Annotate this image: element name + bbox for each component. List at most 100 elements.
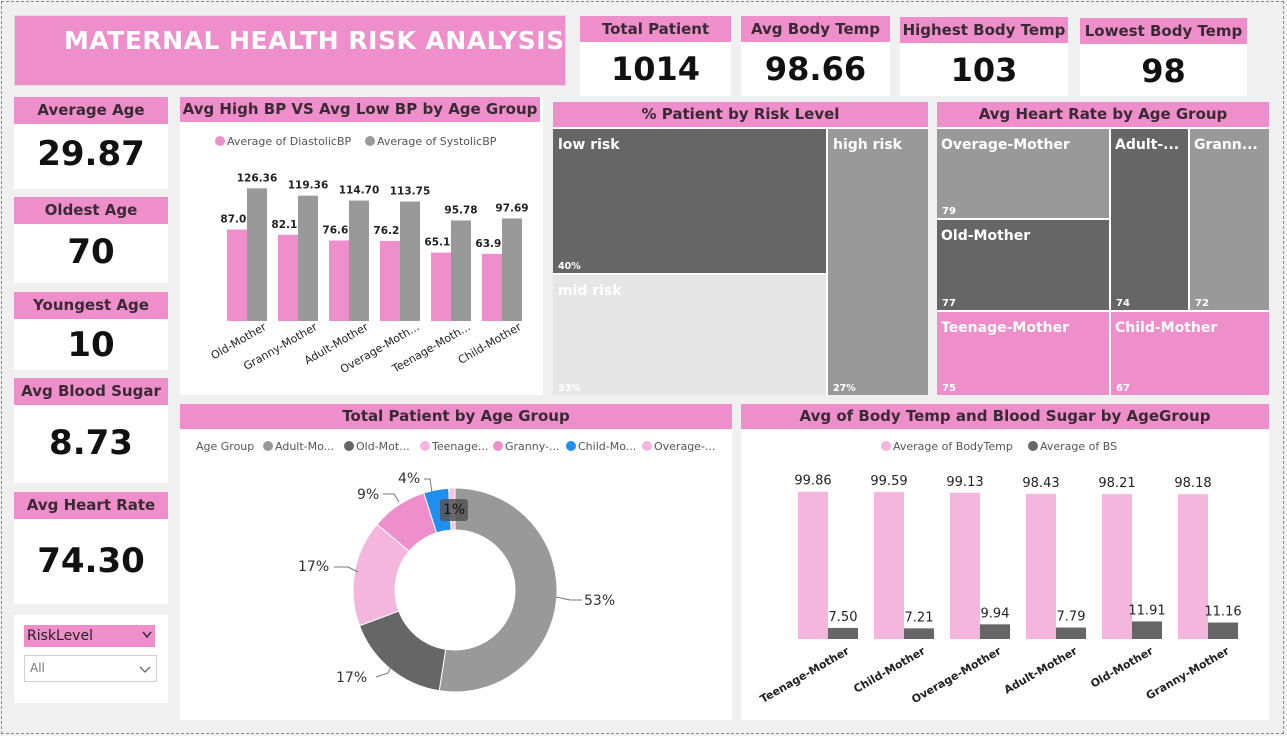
kpi-card-average-age[interactable]: Average Age 29.87 bbox=[14, 97, 168, 189]
kpi-label: Total Patient bbox=[580, 16, 731, 42]
category-label: Adult-Mother bbox=[1002, 644, 1080, 697]
risk-treemap: low risk 40% mid risk 33% high risk 27% bbox=[553, 129, 928, 395]
donut-chart-panel: Total Patient by Age Group Age Group Adul… bbox=[180, 404, 732, 720]
kpi-value: 98 bbox=[1141, 52, 1186, 90]
category-label: Granny-Mother bbox=[1144, 644, 1232, 702]
bar bbox=[451, 220, 471, 321]
bar bbox=[874, 492, 904, 639]
tile-value: 40% bbox=[558, 261, 581, 272]
bar bbox=[431, 252, 451, 321]
tile-value: 74 bbox=[1116, 298, 1130, 309]
tile-value: 79 bbox=[942, 206, 956, 217]
heart-rate-treemap-panel: Avg Heart Rate by Age Group Overage-Moth… bbox=[937, 102, 1269, 395]
legend-label: Adult-Mo... bbox=[275, 440, 334, 453]
data-label: 7.50 bbox=[829, 610, 858, 625]
kpi-card-lowest-body-temp[interactable]: Lowest Body Temp 98 bbox=[1080, 18, 1247, 96]
bar bbox=[798, 491, 828, 639]
tile-label: Child-Mother bbox=[1115, 320, 1217, 336]
legend-marker bbox=[263, 441, 273, 451]
leader-line bbox=[383, 493, 400, 503]
data-label: 113.75 bbox=[390, 186, 431, 198]
legend-marker bbox=[344, 441, 354, 451]
slice-label: 4% bbox=[398, 471, 420, 487]
donut-chart: Age Group Adult-Mo... Old-Mot... Teenage...… bbox=[196, 440, 715, 693]
kpi-value: 1014 bbox=[610, 50, 701, 88]
tile-label: Teenage-Mother bbox=[941, 320, 1069, 336]
legend-label: Child-Mo... bbox=[578, 440, 636, 453]
kpi-value: 103 bbox=[950, 51, 1018, 89]
kpi-card-avg-heart-rate[interactable]: Avg Heart Rate 74.30 bbox=[14, 492, 168, 604]
data-label: 95.78 bbox=[444, 204, 477, 216]
tile-label: Overage-Mother bbox=[941, 137, 1070, 153]
slice-label: 1% bbox=[443, 502, 465, 518]
slicer-title: RiskLevel bbox=[27, 628, 93, 644]
risk-level-slicer: RiskLevel All bbox=[14, 615, 168, 703]
bar bbox=[227, 229, 247, 321]
legend-marker bbox=[881, 441, 891, 451]
bar bbox=[950, 492, 980, 639]
bar bbox=[329, 240, 349, 321]
temp-bs-chart: Average of BodyTemp Average of BS 99.86 7.5… bbox=[758, 440, 1242, 706]
legend-marker bbox=[642, 441, 652, 451]
chevron-down-icon bbox=[142, 631, 152, 639]
leader-line bbox=[555, 596, 582, 601]
bp-chart: Average of DiastolicBP Average of Systoli… bbox=[209, 135, 529, 376]
bar bbox=[1132, 621, 1162, 639]
kpi-card-avg-blood-sugar[interactable]: Avg Blood Sugar 8.73 bbox=[14, 378, 168, 483]
treemap-tile bbox=[1111, 129, 1188, 310]
tile-label: Adult-... bbox=[1115, 137, 1179, 153]
legend-label: Average of SystolicBP bbox=[377, 135, 497, 148]
data-label: 114.70 bbox=[339, 185, 380, 197]
legend-label: Average of DiastolicBP bbox=[227, 135, 352, 148]
kpi-label: Highest Body Temp bbox=[900, 17, 1068, 43]
slice-label: 17% bbox=[298, 559, 329, 575]
kpi-value: 98.66 bbox=[764, 50, 867, 88]
tile-value: 67 bbox=[1116, 383, 1130, 394]
kpi-label: Average Age bbox=[14, 97, 168, 124]
tile-label: Grann... bbox=[1194, 137, 1258, 153]
data-label: 98.18 bbox=[1174, 476, 1211, 491]
bar bbox=[502, 218, 522, 321]
donut-slice bbox=[358, 610, 447, 692]
legend-marker bbox=[215, 136, 225, 146]
kpi-card-oldest-age[interactable]: Oldest Age 70 bbox=[14, 197, 168, 283]
data-label: 97.69 bbox=[495, 202, 528, 214]
temp-bs-chart-panel: Avg of Body Temp and Blood Sugar by AgeG… bbox=[741, 404, 1269, 720]
bar bbox=[349, 200, 369, 321]
kpi-card-highest-body-temp[interactable]: Highest Body Temp 103 bbox=[900, 17, 1068, 96]
data-label: 99.86 bbox=[794, 474, 831, 489]
legend-marker bbox=[420, 441, 430, 451]
kpi-label: Youngest Age bbox=[14, 292, 168, 319]
bar bbox=[278, 234, 298, 321]
data-label: 126.36 bbox=[237, 172, 278, 184]
kpi-label: Avg Heart Rate bbox=[14, 492, 168, 519]
treemap-tile bbox=[828, 129, 928, 395]
tile-value: 33% bbox=[558, 383, 581, 394]
legend-label: Old-Mot... bbox=[356, 440, 410, 453]
slicer-header[interactable]: RiskLevel bbox=[24, 625, 155, 647]
kpi-value: 70 bbox=[67, 232, 115, 272]
bp-chart-panel: Avg High BP VS Avg Low BP by Age Group A… bbox=[180, 97, 543, 395]
tile-value: 27% bbox=[833, 383, 856, 394]
kpi-value: 8.73 bbox=[49, 423, 133, 463]
kpi-card-total-patient[interactable]: Total Patient 1014 bbox=[580, 16, 731, 96]
tile-label: mid risk bbox=[558, 283, 622, 299]
bar bbox=[980, 624, 1010, 639]
risk-treemap-title: % Patient by Risk Level bbox=[553, 102, 928, 127]
tile-value: 75 bbox=[942, 383, 956, 394]
tile-label: high risk bbox=[833, 137, 903, 153]
kpi-card-youngest-age[interactable]: Youngest Age 10 bbox=[14, 292, 168, 370]
slice-label: 53% bbox=[584, 593, 615, 609]
kpi-card-avg-body-temp[interactable]: Avg Body Temp 98.66 bbox=[741, 16, 890, 96]
data-label: 99.59 bbox=[870, 474, 907, 489]
category-label: Child-Mother bbox=[851, 644, 928, 696]
tile-value: 77 bbox=[942, 298, 956, 309]
legend-label: Teenage... bbox=[431, 440, 488, 453]
data-label: 98.43 bbox=[1022, 476, 1059, 491]
kpi-label: Oldest Age bbox=[14, 197, 168, 224]
dashboard-title: MATERNAL HEALTH RISK ANALYSIS bbox=[14, 15, 566, 86]
tile-value: 72 bbox=[1195, 298, 1209, 309]
risk-level-dropdown[interactable]: All bbox=[24, 655, 157, 682]
bar bbox=[400, 201, 420, 321]
donut-chart-title: Total Patient by Age Group bbox=[180, 404, 732, 429]
